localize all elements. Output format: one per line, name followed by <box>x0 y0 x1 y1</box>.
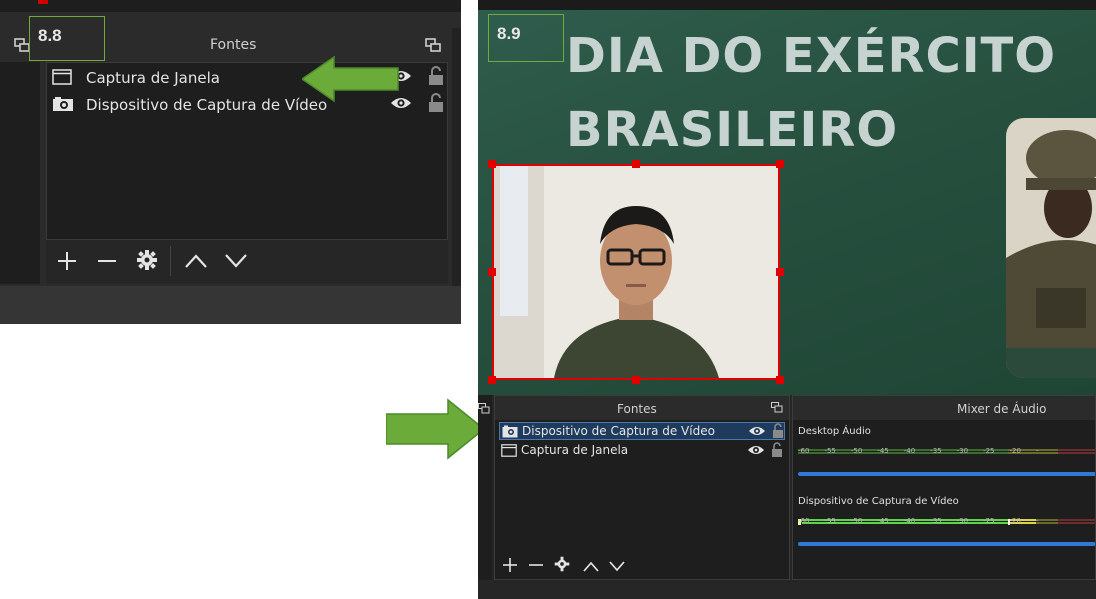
tick-label: -20 <box>1009 517 1021 525</box>
tick-label: -55 <box>824 447 836 455</box>
tick-label: -30 <box>956 517 969 525</box>
tick-label: - <box>1035 447 1039 455</box>
minus-icon[interactable] <box>96 250 118 276</box>
scenes-panel-edge <box>0 62 40 284</box>
obs-window-8-9: DIA DO EXÉRCITO BRASILEIRO Fontes Dispos… <box>478 0 1096 599</box>
mixer-header: Mixer de Áudio <box>793 396 1095 420</box>
resize-handle[interactable] <box>632 376 640 384</box>
dock-float-icon[interactable] <box>771 402 783 417</box>
tick-label: -35 <box>930 447 942 455</box>
level-meter <box>798 510 1095 525</box>
resize-handle[interactable] <box>488 160 496 168</box>
tick-label: -60 <box>798 447 810 455</box>
plus-icon[interactable] <box>502 557 518 577</box>
bottom-strip <box>478 580 1096 599</box>
scene-preview: DIA DO EXÉRCITO BRASILEIRO <box>478 0 1096 395</box>
window-icon <box>501 444 517 457</box>
tick-label: -25 <box>983 447 995 455</box>
eye-icon[interactable] <box>747 443 765 457</box>
tick-label: -30 <box>956 447 969 455</box>
tick-label: -25 <box>983 517 995 525</box>
top-strip <box>0 0 461 12</box>
figure-label-text: 8.9 <box>497 24 521 43</box>
resize-handle[interactable] <box>632 160 640 168</box>
window-icon <box>52 69 72 85</box>
sources-toolbar <box>494 550 790 580</box>
tick-label: -40 <box>903 447 916 455</box>
red-indicator <box>38 0 48 4</box>
tick-label: -35 <box>930 517 942 525</box>
source-item-video-capture[interactable]: Dispositivo de Captura de Vídeo <box>499 422 785 440</box>
resize-handle[interactable] <box>488 376 496 384</box>
plus-icon[interactable] <box>56 250 78 276</box>
gear-icon[interactable] <box>136 249 158 275</box>
unlocked-lock-icon[interactable] <box>428 66 444 86</box>
tick-label: -40 <box>903 517 916 525</box>
dock-float-icon[interactable] <box>14 38 30 56</box>
resize-handle[interactable] <box>776 160 784 168</box>
audio-mixer-dock: Mixer de Áudio Desktop Áudio -60 -55 -50 -4… <box>792 395 1096 580</box>
level-meter <box>798 440 1095 454</box>
sources-toolbar <box>46 240 448 284</box>
volume-slider[interactable] <box>798 472 1095 476</box>
preview-title-line-2: BRASILEIRO <box>566 102 899 158</box>
source-label: Captura de Janela <box>521 443 629 457</box>
unlocked-lock-icon[interactable] <box>428 93 444 113</box>
tick-label: -45 <box>877 447 889 455</box>
resize-handle[interactable] <box>776 376 784 384</box>
tick-label: -60 <box>798 517 810 525</box>
source-label: Dispositivo de Captura de Vídeo <box>86 96 328 114</box>
top-strip <box>478 0 1096 10</box>
tick-label: -50 <box>850 517 863 525</box>
tick-label: - <box>1035 517 1039 525</box>
figure-label-text: 8.8 <box>38 26 62 45</box>
source-item-window-capture[interactable]: Captura de Janela <box>499 442 785 460</box>
channel-name: Desktop Áudio <box>798 426 871 437</box>
eye-icon[interactable] <box>748 424 766 438</box>
volume-slider[interactable] <box>798 542 1095 546</box>
resize-handle[interactable] <box>776 268 784 276</box>
resize-handle[interactable] <box>488 268 496 276</box>
unlocked-lock-icon[interactable] <box>771 442 783 458</box>
scenes-panel-edge <box>478 395 492 580</box>
preview-title-line-1: DIA DO EXÉRCITO <box>566 28 1057 84</box>
tick-label: -55 <box>824 517 836 525</box>
figure-label-8-8: 8.8 <box>29 16 105 61</box>
camera-icon <box>502 425 518 438</box>
mixer-panel-edge <box>452 28 461 286</box>
camera-icon <box>52 96 73 112</box>
meter-scale: -60 -55 -50 -45 -40 -35 -30 -25 -20 - <box>798 517 1038 525</box>
minus-icon[interactable] <box>528 557 544 577</box>
sources-dock-title: Fontes <box>210 37 257 53</box>
chevron-up-icon[interactable] <box>582 558 600 577</box>
channel-name: Dispositivo de Captura de Vídeo <box>798 496 959 507</box>
meter-scale: -60 -55 -50 -45 -40 -35 -30 -25 -20 - <box>798 447 1038 455</box>
figure-label-8-9: 8.9 <box>488 14 564 62</box>
webcam-source-bounding-box[interactable] <box>492 164 780 380</box>
sources-dock-title: Fontes <box>617 402 657 416</box>
chevron-down-icon[interactable] <box>224 251 248 275</box>
source-label: Dispositivo de Captura de Vídeo <box>522 424 715 438</box>
gear-icon[interactable] <box>554 556 570 576</box>
chevron-down-icon[interactable] <box>608 558 626 577</box>
green-arrow-left <box>300 55 402 107</box>
unlocked-lock-icon[interactable] <box>772 423 784 439</box>
dock-float-icon[interactable] <box>425 38 441 56</box>
tick-label: -50 <box>850 447 863 455</box>
green-arrow-right <box>385 398 486 464</box>
toolbar-divider <box>170 246 171 276</box>
sources-dock-header: Fontes <box>495 396 789 420</box>
tick-label: -45 <box>877 517 889 525</box>
chevron-up-icon[interactable] <box>184 251 208 275</box>
mixer-title: Mixer de Áudio <box>957 402 1047 416</box>
bottom-strip <box>0 286 461 324</box>
soldier-image <box>1006 118 1096 378</box>
tick-label: -20 <box>1009 447 1021 455</box>
source-label: Captura de Janela <box>86 69 220 87</box>
